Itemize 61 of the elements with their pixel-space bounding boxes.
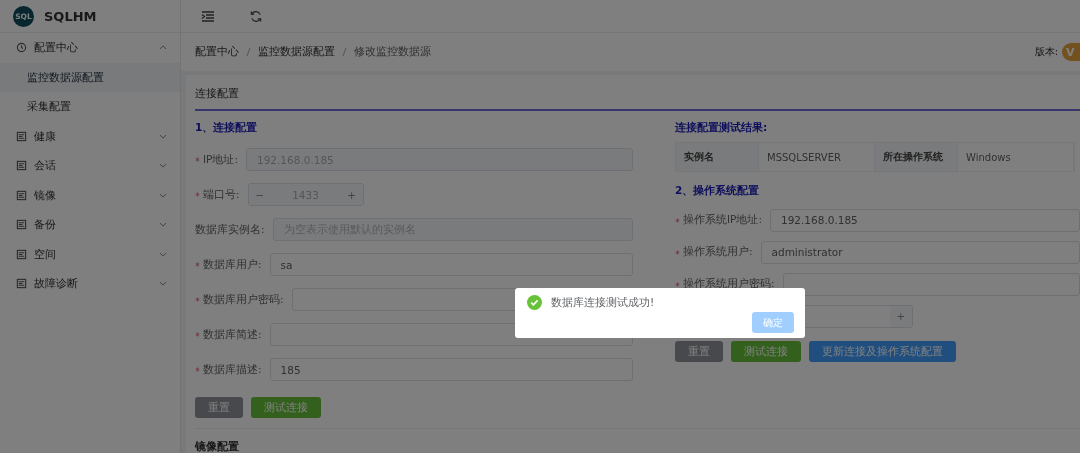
section-heading: 1、连接配置 — [195, 121, 259, 135]
breadcrumb-separator — [246, 47, 251, 57]
field-label: 操作系统IP地址: — [683, 213, 762, 227]
input-field[interactable]: 192.168.0.185 — [769, 208, 1080, 232]
chevron-icon — [159, 45, 167, 51]
version-label: 版本: — [1034, 45, 1058, 59]
field-label: 数据库实例名: — [195, 222, 265, 237]
field-label: 操作系统用户: — [683, 245, 753, 259]
submenu-item[interactable]: 采集配置 — [0, 92, 180, 122]
test-button[interactable]: 测试连接 — [731, 341, 801, 362]
menu-item[interactable]: 空间 — [0, 239, 180, 269]
menu-item[interactable]: 备份 — [0, 210, 180, 240]
document-icon — [16, 248, 27, 260]
submenu-item[interactable]: 监控数据源配置 — [0, 62, 180, 92]
input-field[interactable]: sa — [269, 253, 633, 276]
field-label: IP地址: — [203, 152, 238, 167]
clock-icon — [16, 42, 27, 54]
breadcrumb-item[interactable]: 监控数据源配置 — [258, 45, 335, 59]
app-title: SQLHM — [44, 8, 97, 24]
menu-item[interactable]: 故障诊断 — [0, 269, 180, 299]
chevron-icon — [159, 251, 167, 257]
success-icon — [527, 295, 542, 310]
input-field[interactable] — [782, 272, 1080, 296]
save-button[interactable]: 更新连接及操作系统配置 — [809, 341, 956, 362]
table-cell: Windows — [958, 143, 1074, 171]
refresh-icon[interactable] — [249, 9, 263, 23]
section-title: 镜像配置 — [195, 428, 1080, 453]
chevron-icon — [159, 133, 167, 139]
breadcrumb-separator — [342, 47, 347, 57]
version-badge: V — [1062, 43, 1080, 61]
field-label: 数据库用户密码: — [203, 292, 284, 307]
menu-item[interactable]: 配置中心 — [0, 33, 180, 63]
chevron-icon — [159, 281, 167, 287]
document-icon — [16, 189, 27, 201]
menu-item[interactable]: 会话 — [0, 151, 180, 181]
breadcrumb-item[interactable]: 配置中心 — [195, 45, 239, 59]
breadcrumb-item[interactable]: 修改监控数据源 — [354, 45, 431, 59]
dialog-message: 数据库连接测试成功! — [551, 295, 655, 310]
field-label: 操作系统用户密码: — [683, 277, 775, 291]
chevron-icon — [159, 222, 167, 228]
document-icon — [16, 278, 27, 290]
document-icon — [16, 130, 27, 142]
input-field[interactable]: administrator — [760, 240, 1080, 264]
document-icon — [16, 160, 27, 172]
section-heading: 2、操作系统配置 — [675, 184, 761, 198]
test-button[interactable]: 测试连接 — [251, 397, 321, 418]
field-label: 数据库用户: — [203, 257, 262, 272]
menu-icon[interactable] — [201, 9, 215, 23]
chevron-icon — [159, 192, 167, 198]
table-header-cell: 实例名 — [676, 143, 759, 171]
field-label: 数据库简述: — [203, 327, 262, 342]
menu-item[interactable]: 镜像 — [0, 180, 180, 210]
input-field[interactable]: 185 — [269, 358, 633, 381]
table-header-cell: 所在操作系统 — [875, 143, 958, 171]
section-title: 连接配置 — [195, 81, 1080, 111]
chevron-icon — [159, 163, 167, 169]
field-label: 数据库描述: — [203, 362, 262, 377]
field-label: 端口号: — [203, 187, 240, 202]
result-title: 连接配置测试结果: — [675, 121, 769, 135]
document-icon — [16, 219, 27, 231]
menu-item[interactable]: 健康 — [0, 121, 180, 151]
